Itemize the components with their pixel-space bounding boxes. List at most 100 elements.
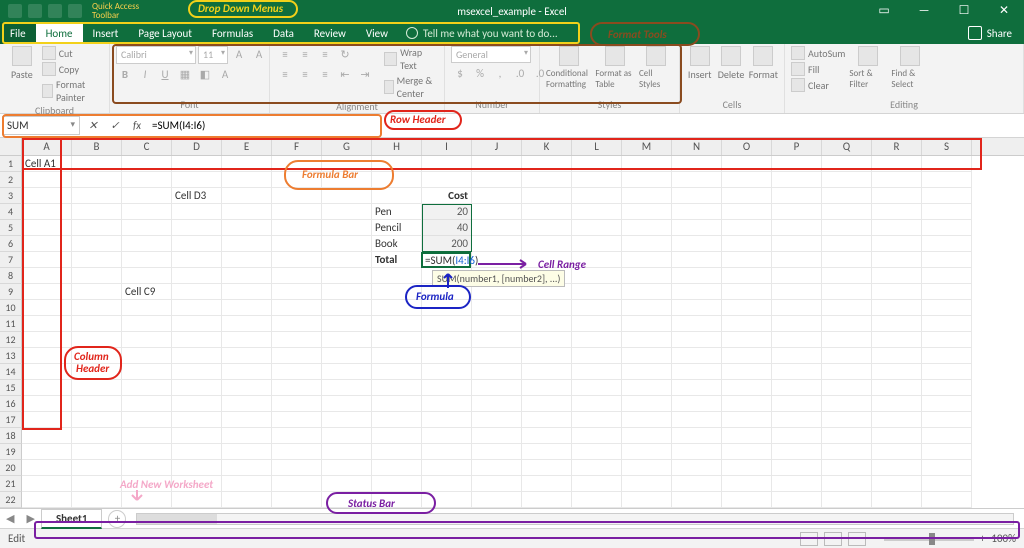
cell-B14[interactable]	[72, 364, 122, 380]
cell-D2[interactable]	[172, 172, 222, 188]
cell-J6[interactable]	[472, 236, 522, 252]
cell-Q19[interactable]	[822, 444, 872, 460]
cell-G16[interactable]	[322, 396, 372, 412]
cell-D8[interactable]	[172, 268, 222, 284]
cell-L21[interactable]	[572, 476, 622, 492]
cell-S2[interactable]	[922, 172, 972, 188]
merge-center-button[interactable]: Merge & Center	[384, 74, 438, 100]
qat-undo-icon[interactable]	[28, 4, 42, 18]
cell-J13[interactable]	[472, 348, 522, 364]
column-header-N[interactable]: N	[672, 138, 722, 155]
cell-K11[interactable]	[522, 316, 572, 332]
cell-F11[interactable]	[272, 316, 322, 332]
cell-F17[interactable]	[272, 412, 322, 428]
cell-A8[interactable]	[22, 268, 72, 284]
cell-Q4[interactable]	[822, 204, 872, 220]
cell-H15[interactable]	[372, 380, 422, 396]
insert-cells-button[interactable]: Insert	[686, 46, 713, 81]
cell-K2[interactable]	[522, 172, 572, 188]
row-header-7[interactable]: 7	[0, 252, 22, 268]
cell-J10[interactable]	[472, 300, 522, 316]
cell-E22[interactable]	[222, 492, 272, 508]
cell-I22[interactable]	[422, 492, 472, 508]
maximize-button[interactable]: ☐	[944, 0, 984, 22]
cell-J2[interactable]	[472, 172, 522, 188]
cell-R11[interactable]	[872, 316, 922, 332]
cell-C20[interactable]	[122, 460, 172, 476]
cell-C17[interactable]	[122, 412, 172, 428]
view-page-layout-button[interactable]	[824, 532, 842, 546]
cell-N22[interactable]	[672, 492, 722, 508]
cell-R17[interactable]	[872, 412, 922, 428]
cell-Q8[interactable]	[822, 268, 872, 284]
cell-B17[interactable]	[72, 412, 122, 428]
cell-R15[interactable]	[872, 380, 922, 396]
cell-S16[interactable]	[922, 396, 972, 412]
cell-R5[interactable]	[872, 220, 922, 236]
cell-M8[interactable]	[622, 268, 672, 284]
cell-H9[interactable]	[372, 284, 422, 300]
cell-A3[interactable]	[22, 188, 72, 204]
cell-A13[interactable]	[22, 348, 72, 364]
cell-K1[interactable]	[522, 156, 572, 172]
cell-D17[interactable]	[172, 412, 222, 428]
cell-H17[interactable]	[372, 412, 422, 428]
format-painter-button[interactable]: Format Painter	[42, 78, 103, 104]
row-header-10[interactable]: 10	[0, 300, 22, 316]
cell-G1[interactable]	[322, 156, 372, 172]
bold-button[interactable]: B	[116, 66, 134, 84]
column-header-D[interactable]: D	[172, 138, 222, 155]
cell-K4[interactable]	[522, 204, 572, 220]
view-page-break-button[interactable]	[848, 532, 866, 546]
row-header-13[interactable]: 13	[0, 348, 22, 364]
cut-button[interactable]: Cut	[42, 46, 103, 60]
cell-O16[interactable]	[722, 396, 772, 412]
scrollbar-thumb[interactable]	[137, 514, 217, 524]
cell-A19[interactable]	[22, 444, 72, 460]
cell-L12[interactable]	[572, 332, 622, 348]
cell-J15[interactable]	[472, 380, 522, 396]
row-header-9[interactable]: 9	[0, 284, 22, 300]
cell-G8[interactable]	[322, 268, 372, 284]
qat-save-icon[interactable]	[8, 4, 22, 18]
cell-S13[interactable]	[922, 348, 972, 364]
cell-A21[interactable]	[22, 476, 72, 492]
cell-E2[interactable]	[222, 172, 272, 188]
cell-E7[interactable]	[222, 252, 272, 268]
cell-Q20[interactable]	[822, 460, 872, 476]
cell-P3[interactable]	[772, 188, 822, 204]
cell-K17[interactable]	[522, 412, 572, 428]
cell-O15[interactable]	[722, 380, 772, 396]
cell-D19[interactable]	[172, 444, 222, 460]
cell-B3[interactable]	[72, 188, 122, 204]
cell-G14[interactable]	[322, 364, 372, 380]
cell-Q2[interactable]	[822, 172, 872, 188]
cell-M21[interactable]	[622, 476, 672, 492]
fx-button[interactable]: fx	[126, 119, 148, 132]
column-header-Q[interactable]: Q	[822, 138, 872, 155]
cell-L17[interactable]	[572, 412, 622, 428]
cell-J11[interactable]	[472, 316, 522, 332]
cell-G4[interactable]	[322, 204, 372, 220]
cell-G12[interactable]	[322, 332, 372, 348]
cell-H13[interactable]	[372, 348, 422, 364]
cell-E20[interactable]	[222, 460, 272, 476]
row-header-20[interactable]: 20	[0, 460, 22, 476]
cell-M7[interactable]	[622, 252, 672, 268]
cell-C21[interactable]	[122, 476, 172, 492]
cell-S4[interactable]	[922, 204, 972, 220]
cell-O10[interactable]	[722, 300, 772, 316]
row-header-1[interactable]: 1	[0, 156, 22, 172]
cell-D6[interactable]	[172, 236, 222, 252]
cell-F9[interactable]	[272, 284, 322, 300]
cell-N14[interactable]	[672, 364, 722, 380]
cell-R9[interactable]	[872, 284, 922, 300]
cell-H19[interactable]	[372, 444, 422, 460]
cell-M19[interactable]	[622, 444, 672, 460]
zoom-slider[interactable]	[884, 537, 974, 541]
cell-A7[interactable]	[22, 252, 72, 268]
cell-P22[interactable]	[772, 492, 822, 508]
cell-K15[interactable]	[522, 380, 572, 396]
cell-Q13[interactable]	[822, 348, 872, 364]
cell-L4[interactable]	[572, 204, 622, 220]
